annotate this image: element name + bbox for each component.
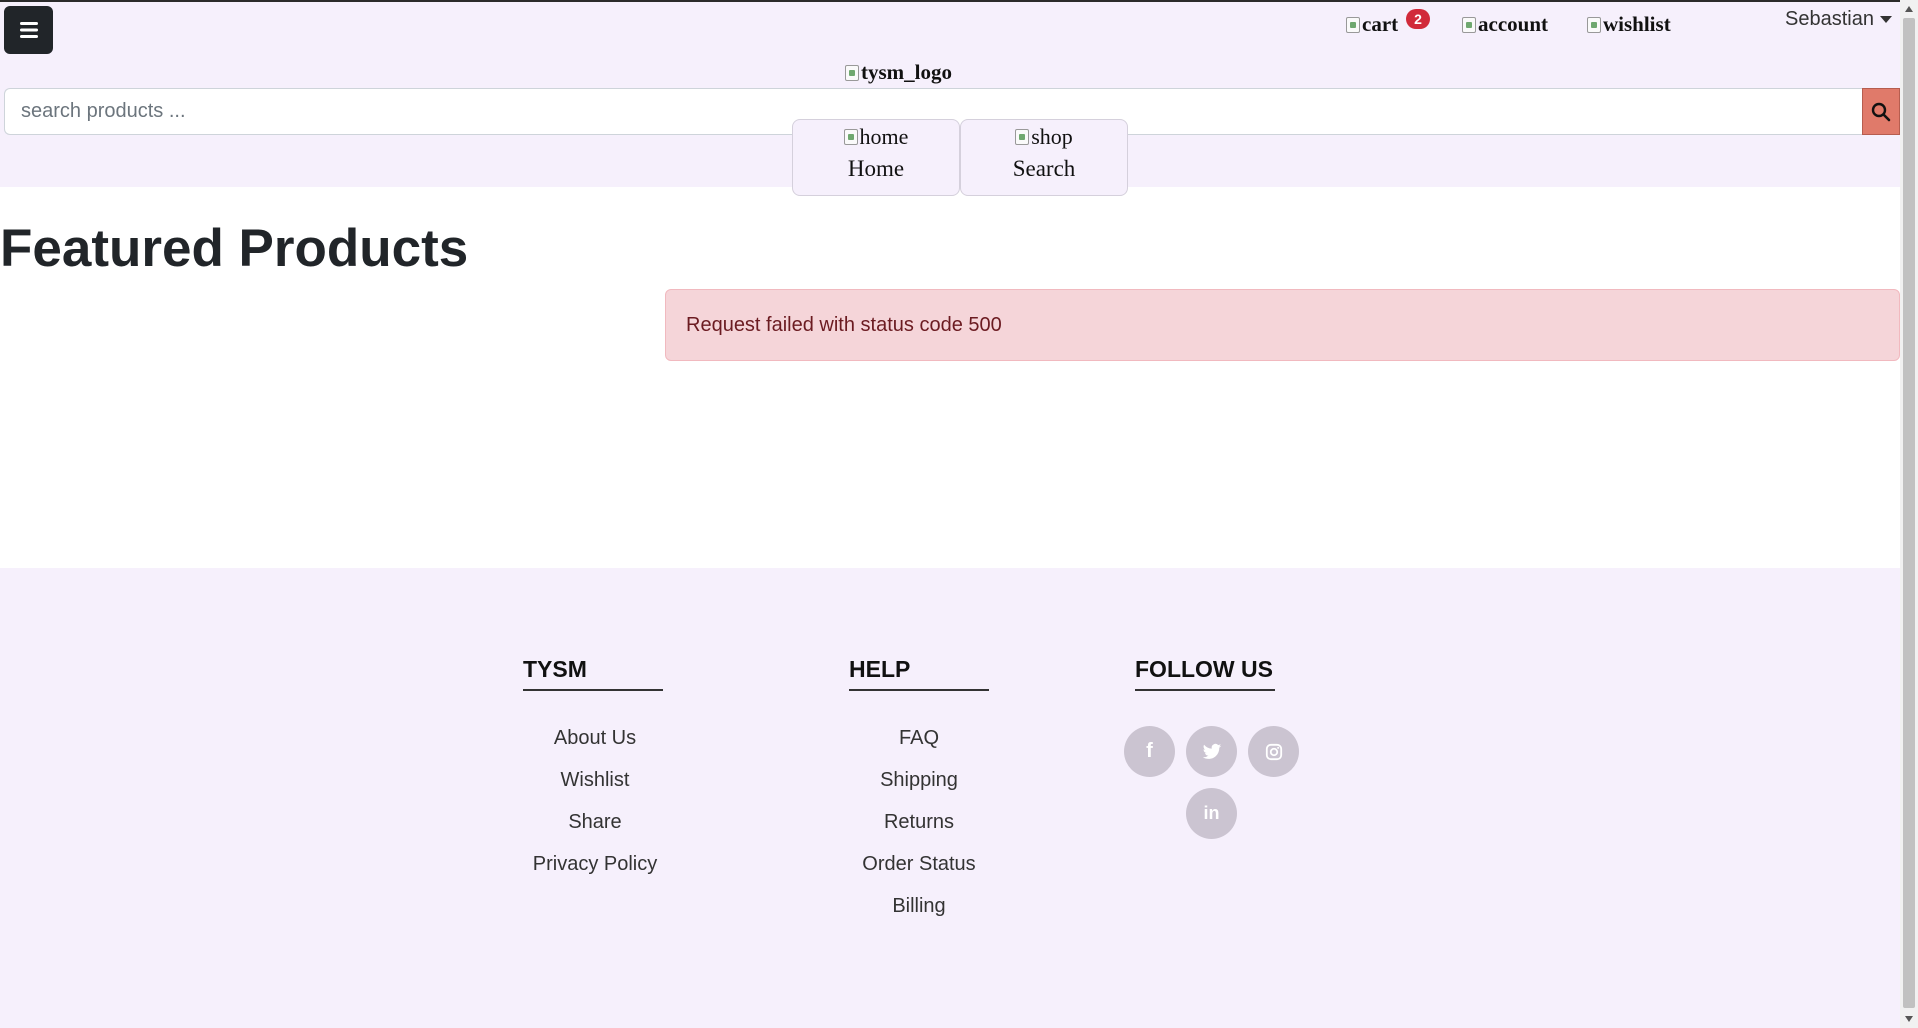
- scroll-down-icon[interactable]: [1905, 1016, 1913, 1022]
- footer-heading: HELP: [849, 656, 989, 691]
- shop-icon-alt: shop: [1031, 124, 1073, 149]
- facebook-icon: f: [1146, 740, 1153, 762]
- user-dropdown[interactable]: Sebastian: [1785, 8, 1892, 31]
- broken-image-icon: [1015, 129, 1030, 145]
- home-icon-alt: home: [859, 124, 909, 149]
- account-link[interactable]: account: [1462, 12, 1548, 37]
- footer-heading: TYSM: [523, 656, 663, 691]
- nav-home-label: Home: [847, 156, 905, 181]
- broken-image-icon: [845, 64, 859, 81]
- footer-link-shipping[interactable]: Shipping: [839, 769, 999, 811]
- search-button[interactable]: [1862, 88, 1900, 135]
- scroll-thumb[interactable]: [1903, 18, 1915, 1008]
- footer-link-faq[interactable]: FAQ: [839, 727, 999, 769]
- footer-link-order-status[interactable]: Order Status: [839, 853, 999, 895]
- scroll-up-icon[interactable]: [1905, 6, 1913, 12]
- page-title: Featured Products: [0, 219, 469, 278]
- footer-link-privacy-policy[interactable]: Privacy Policy: [515, 853, 675, 895]
- search-icon: [1871, 102, 1891, 121]
- footer-link-about-us[interactable]: About Us: [515, 727, 675, 769]
- chevron-down-icon: [1879, 16, 1892, 23]
- twitter-button[interactable]: [1186, 726, 1237, 777]
- broken-image-icon: [1462, 16, 1476, 33]
- hamburger-icon: [19, 22, 38, 38]
- broken-image-icon: [1587, 16, 1601, 33]
- twitter-icon: [1202, 743, 1221, 759]
- footer-col-tysm: TYSM About Us Wishlist Share Privacy Pol…: [523, 656, 675, 895]
- footer-link-returns[interactable]: Returns: [839, 811, 999, 853]
- footer-col-help: HELP FAQ Shipping Returns Order Status B…: [849, 656, 999, 937]
- cart-count-badge: 2: [1406, 8, 1430, 29]
- linkedin-button[interactable]: in: [1186, 788, 1237, 839]
- footer-link-wishlist[interactable]: Wishlist: [515, 769, 675, 811]
- footer-link-share[interactable]: Share: [515, 811, 675, 853]
- facebook-button[interactable]: f: [1124, 726, 1175, 777]
- cart-link[interactable]: cart 2: [1346, 8, 1430, 37]
- error-alert: Request failed with status code 500: [665, 289, 1900, 361]
- error-message: Request failed with status code 500: [686, 313, 1002, 336]
- footer-heading: FOLLOW US: [1135, 656, 1275, 691]
- account-icon-alt: account: [1478, 12, 1548, 36]
- footer-col-follow-us: FOLLOW US: [1135, 656, 1275, 691]
- footer-link-billing[interactable]: Billing: [839, 895, 999, 937]
- menu-toggle-button[interactable]: [4, 6, 53, 54]
- nav-search-label: Search: [1012, 156, 1076, 181]
- nav-home[interactable]: home Home: [792, 119, 960, 196]
- cart-icon-alt: cart: [1362, 12, 1399, 36]
- shop-icon: shop: [1015, 124, 1073, 150]
- site-logo[interactable]: tysm_logo: [845, 60, 952, 85]
- nav-search[interactable]: shop Search: [960, 119, 1128, 196]
- page-scrollbar[interactable]: [1900, 0, 1918, 1028]
- user-name: Sebastian: [1785, 8, 1874, 30]
- wishlist-link[interactable]: wishlist: [1587, 12, 1671, 37]
- home-icon: home: [843, 124, 909, 150]
- logo-alt: tysm_logo: [861, 60, 952, 84]
- broken-image-icon: [843, 129, 858, 145]
- broken-image-icon: [1346, 16, 1360, 33]
- instagram-button[interactable]: [1248, 726, 1299, 777]
- linkedin-icon: in: [1203, 803, 1220, 823]
- instagram-icon: [1265, 743, 1282, 760]
- wishlist-icon-alt: wishlist: [1603, 12, 1671, 36]
